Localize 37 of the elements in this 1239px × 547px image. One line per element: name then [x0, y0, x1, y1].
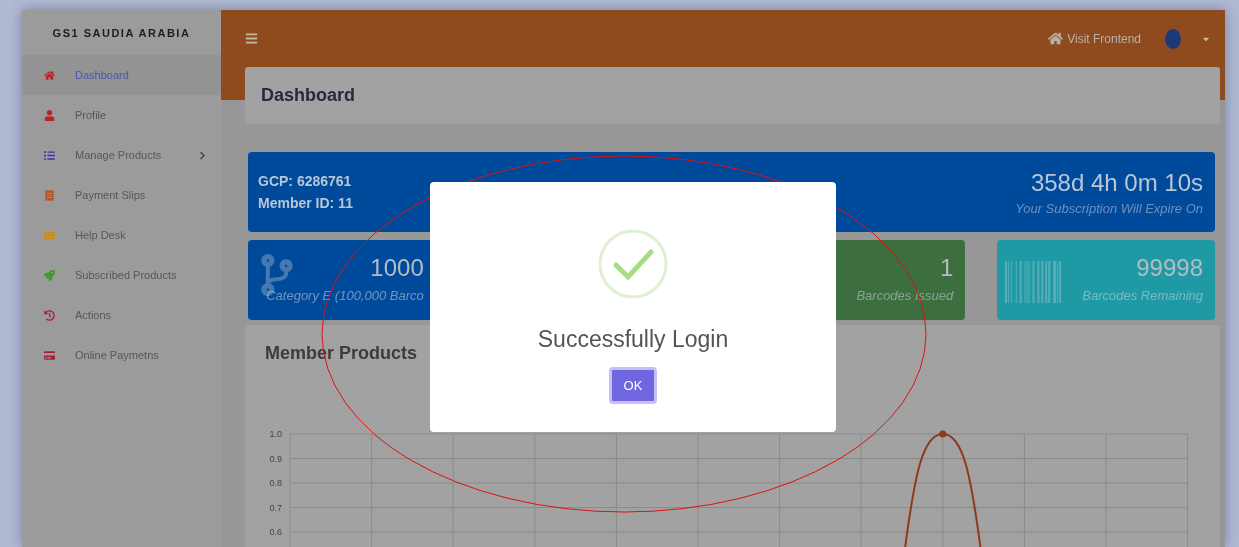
- stat-value: 99998: [1136, 254, 1203, 282]
- sidebar-item[interactable]: Online Paymetns: [22, 335, 221, 375]
- sidebar-item-label: Manage Products: [75, 149, 163, 161]
- sidebar-item[interactable]: Dashboard: [22, 55, 221, 95]
- axis-tick-label: 0.9: [269, 453, 282, 464]
- axis-tick-label: 1.0: [269, 429, 282, 439]
- sidebar-item[interactable]: Payment Slips: [22, 175, 221, 215]
- sidebar-item-label: Subscribed Products: [75, 269, 178, 281]
- sidebar-item-label: Actions: [75, 309, 113, 321]
- sidebar-item[interactable]: Subscribed Products: [22, 255, 221, 295]
- avatar[interactable]: [1165, 28, 1181, 49]
- page-title: Dashboard: [245, 67, 1220, 124]
- sidebar-item-label: Help Desk: [75, 229, 127, 241]
- ok-button[interactable]: OK: [609, 367, 657, 404]
- expiry-caption: Your Subscription Will Expire On: [1015, 200, 1203, 216]
- stat-value: 1: [939, 254, 954, 282]
- sidebar-item-label: Dashboard: [75, 69, 130, 81]
- sidebar-item[interactable]: Manage Products: [22, 135, 221, 175]
- sidebar-item[interactable]: Actions: [22, 295, 221, 335]
- gcp-text: GCP: 6286761: [258, 173, 353, 189]
- axis-tick-label: 0.8: [269, 478, 282, 488]
- sidebar-item[interactable]: Profile: [22, 95, 221, 135]
- stat-value: 1000: [370, 254, 424, 282]
- visit-frontend-link[interactable]: Visit Frontend: [1067, 31, 1141, 46]
- stat-label: Barcodes Remaining: [1082, 288, 1203, 303]
- member-id-text: Member ID: 11: [258, 195, 353, 211]
- axis-tick-label: 0.7: [269, 502, 282, 513]
- sidebar-item-label: Profile: [75, 109, 108, 121]
- sidebar-item-label: Online Paymetns: [75, 349, 160, 361]
- sidebar-item[interactable]: Help Desk: [22, 215, 221, 255]
- brand-title: GS1 SAUDIA ARABIA: [51, 25, 192, 41]
- axis-tick-label: 0.6: [269, 527, 282, 537]
- sidebar-item-label: Payment Slips: [75, 189, 147, 201]
- check-icon: [597, 228, 669, 300]
- countdown-text: 358d 4h 0m 10s: [1030, 168, 1203, 197]
- home-icon[interactable]: [1048, 31, 1064, 46]
- dialog-title: Successfully Login: [537, 326, 729, 353]
